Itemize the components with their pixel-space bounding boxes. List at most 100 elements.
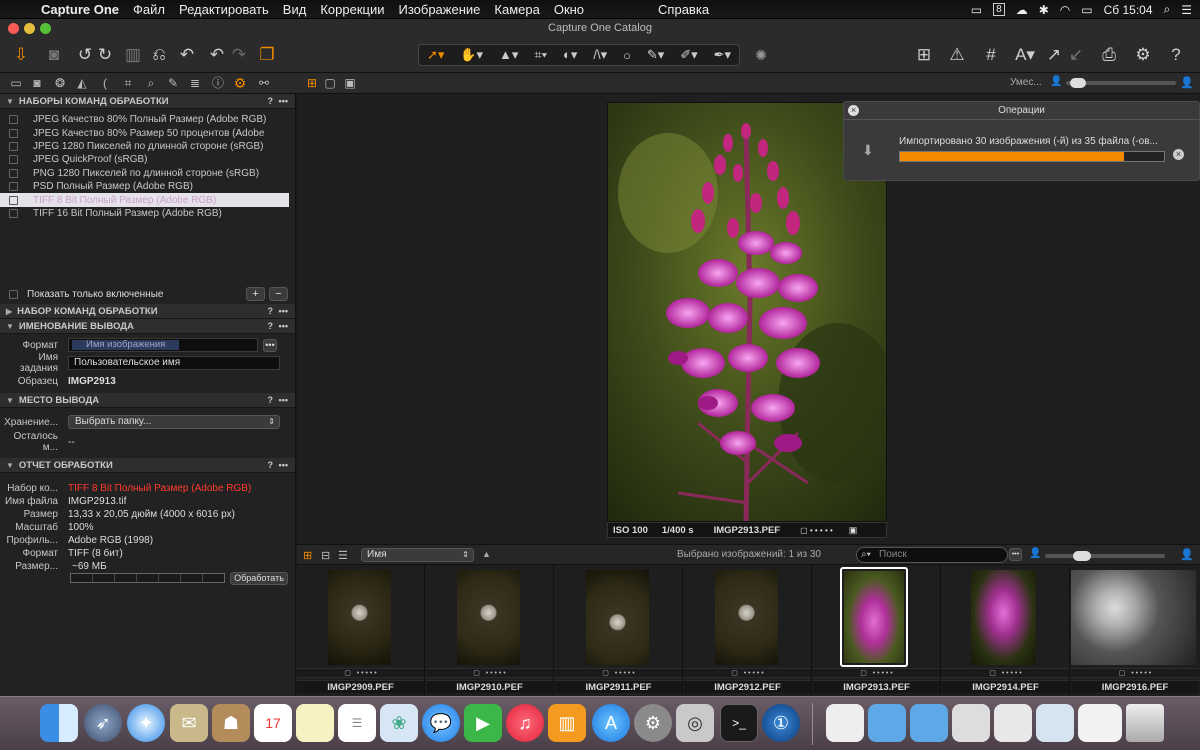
- compare-view-icon[interactable]: ▣: [342, 76, 358, 91]
- recipe-item[interactable]: JPEG QuickProof (sRGB): [0, 153, 295, 166]
- print-icon[interactable]: ⎙: [1098, 44, 1120, 66]
- onepassword-icon[interactable]: ①: [762, 704, 800, 742]
- help-icon[interactable]: ?: [268, 460, 274, 470]
- menu-file[interactable]: Файл: [126, 2, 172, 17]
- undo-history-icon[interactable]: ↶: [178, 44, 196, 66]
- lens-tab-icon[interactable]: (: [97, 76, 113, 91]
- spot-tool-icon[interactable]: ○: [623, 48, 631, 63]
- batch-tab-icon[interactable]: ⚯: [256, 76, 272, 91]
- collapse-icon[interactable]: ▼: [6, 461, 14, 470]
- sort-direction-icon[interactable]: ▲: [482, 549, 491, 559]
- single-view-icon[interactable]: ▢: [322, 76, 338, 91]
- folder-icon[interactable]: [868, 704, 906, 742]
- facetime-icon[interactable]: ▶: [464, 704, 502, 742]
- picker-tool-icon[interactable]: ✐▾: [680, 47, 697, 63]
- recipe-item[interactable]: JPEG Качество 80% Размер 50 процентов (A…: [0, 126, 295, 139]
- details-tab-icon[interactable]: ⌕: [143, 76, 159, 91]
- list-mode-icon[interactable]: ☰: [338, 549, 348, 562]
- section-recipes-header[interactable]: ▼ НАБОРЫ КОМАНД ОБРАБОТКИ ? •••: [0, 94, 295, 109]
- mail-icon[interactable]: ✉: [170, 704, 208, 742]
- recipe-checkbox[interactable]: [9, 115, 18, 125]
- camera-icon[interactable]: ◙: [44, 44, 64, 66]
- help-icon[interactable]: ?: [268, 96, 274, 106]
- rotate-right-icon[interactable]: ↻: [96, 44, 114, 66]
- more-icon[interactable]: •••: [279, 96, 288, 106]
- menu-extra-icon[interactable]: ▭: [971, 3, 982, 17]
- recipe-item-selected[interactable]: TIFF 8 Bit Полный Размер (Adobe RGB): [0, 193, 289, 207]
- recipe-item[interactable]: JPEG 1280 Пикселей по длинной стороне (s…: [0, 140, 295, 153]
- recipe-checkbox[interactable]: [9, 195, 18, 205]
- color-tab-icon[interactable]: ❂: [52, 76, 68, 91]
- recipe-checkbox[interactable]: [9, 141, 18, 151]
- itunes-icon[interactable]: ♫: [506, 704, 544, 742]
- trash-icon[interactable]: [1126, 704, 1164, 742]
- collapse-icon[interactable]: ▼: [6, 322, 14, 331]
- job-name-field[interactable]: Пользовательское имя: [68, 356, 280, 370]
- trash-icon[interactable]: ▥: [124, 44, 142, 66]
- keystone-tool-icon[interactable]: /\▾: [593, 47, 607, 63]
- thumbnail[interactable]: ▢ • • • • • IMGP2910.PEF: [426, 565, 554, 696]
- recipe-checkbox[interactable]: [9, 155, 18, 165]
- remove-recipe-button[interactable]: −: [269, 287, 288, 301]
- screenshots-stack-icon[interactable]: [952, 704, 990, 742]
- recipe-item[interactable]: PNG 1280 Пикселей по длинной стороне (sR…: [0, 167, 295, 180]
- notes-icon[interactable]: [296, 704, 334, 742]
- recipe-checkbox[interactable]: [9, 182, 18, 192]
- thumbnail-rating[interactable]: ▢ • • • • •: [1071, 668, 1199, 678]
- search-options-button[interactable]: •••: [1009, 548, 1022, 561]
- calendar-icon[interactable]: 17: [254, 704, 292, 742]
- menu-camera[interactable]: Камера: [487, 2, 546, 17]
- format-token[interactable]: Имя изображения: [72, 340, 180, 350]
- safari-icon[interactable]: ✦: [127, 704, 165, 742]
- recent-file-icon[interactable]: [994, 704, 1032, 742]
- apply-adjust-icon[interactable]: ↙: [1066, 44, 1086, 66]
- thumbnail[interactable]: ▢ • • • • • IMGP2914.PEF: [942, 565, 1070, 696]
- capture-tab-icon[interactable]: ◙: [29, 76, 45, 91]
- launchpad-icon[interactable]: ➶: [84, 704, 122, 742]
- search-icon[interactable]: ⌕: [1164, 2, 1171, 17]
- notification-badge-icon[interactable]: 8: [993, 3, 1005, 16]
- redo-icon[interactable]: ↷: [230, 44, 248, 66]
- brush-tool-icon[interactable]: ✎▾: [647, 47, 664, 63]
- text-icon[interactable]: A▾: [1013, 44, 1037, 66]
- thumbnail[interactable]: ▢ • • • • • IMGP2909.PEF: [297, 565, 425, 696]
- more-icon[interactable]: •••: [279, 306, 288, 316]
- format-field[interactable]: Имя изображения: [68, 338, 258, 352]
- thumbnail-rating[interactable]: ▢ • • • • •: [684, 668, 811, 678]
- menu-image[interactable]: Изображение: [391, 2, 487, 17]
- import-icon[interactable]: ⇩: [10, 44, 32, 66]
- adjustments-tab-icon[interactable]: ≣: [187, 76, 203, 91]
- more-icon[interactable]: •••: [279, 395, 288, 405]
- recipe-checkbox[interactable]: [9, 168, 18, 178]
- copy-adjust-icon[interactable]: ↗: [1044, 44, 1064, 66]
- reminders-icon[interactable]: ☰: [338, 704, 376, 742]
- photos-icon[interactable]: ❀: [380, 704, 418, 742]
- cloud-icon[interactable]: ☁: [1016, 3, 1028, 17]
- pan-tool-icon[interactable]: ✋▾: [460, 47, 483, 63]
- help-icon[interactable]: ?: [1166, 44, 1186, 66]
- app-store-icon[interactable]: A: [592, 704, 630, 742]
- window-thumbnail-icon[interactable]: [1078, 704, 1122, 742]
- collapse-icon[interactable]: ▼: [6, 396, 14, 405]
- cancel-operation-icon[interactable]: ×: [1173, 149, 1184, 160]
- preview-stack-icon[interactable]: [1036, 704, 1074, 742]
- more-icon[interactable]: •••: [279, 460, 288, 470]
- format-options-button[interactable]: •••: [263, 338, 277, 352]
- color-tag-icon[interactable]: ▣: [849, 525, 858, 536]
- documents-stack-icon[interactable]: [826, 704, 864, 742]
- crop-tab-icon[interactable]: ⌗: [120, 76, 136, 91]
- library-tab-icon[interactable]: ▭: [8, 76, 24, 91]
- select-tool-icon[interactable]: ➚▾: [427, 47, 444, 63]
- search-field[interactable]: ⌕▾ Поиск: [856, 547, 1008, 563]
- multi-view-icon[interactable]: ⊞: [304, 76, 320, 91]
- help-icon[interactable]: ?: [268, 395, 274, 405]
- reset-icon[interactable]: ⎌: [150, 44, 168, 66]
- thumbnail-rating[interactable]: ▢ • • • • •: [813, 668, 940, 678]
- grid-mode-icon[interactable]: ⊞: [303, 549, 312, 562]
- undo-icon[interactable]: ↶: [208, 44, 226, 66]
- storage-dropdown[interactable]: Выбрать папку... ⇕: [68, 415, 280, 429]
- metadata-tab-icon[interactable]: ⓘ: [210, 76, 226, 91]
- help-icon[interactable]: ?: [268, 306, 274, 316]
- menu-app[interactable]: Capture One: [34, 2, 126, 17]
- section-recipe-header[interactable]: ▶ НАБОР КОМАНД ОБРАБОТКИ ? •••: [0, 304, 295, 319]
